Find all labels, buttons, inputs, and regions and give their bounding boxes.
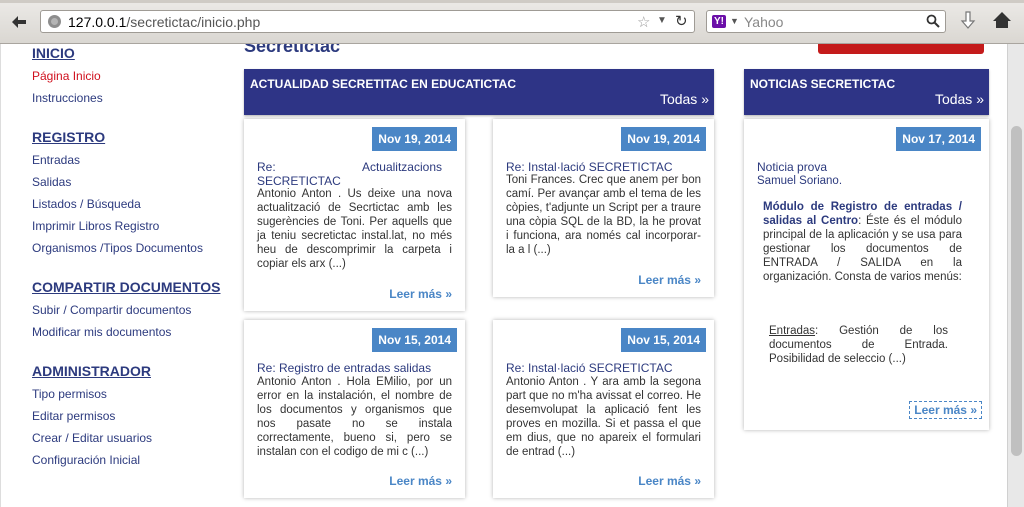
search-input[interactable]: Yahoo: [744, 14, 783, 30]
news-card: Nov 19, 2014 Re: Actualitzacions SECRETI…: [244, 119, 465, 311]
red-button[interactable]: [818, 44, 984, 54]
date-badge: Nov 19, 2014: [621, 127, 706, 151]
card-body: Módulo de Registro de entradas / salidas…: [763, 200, 962, 284]
card-body-list: Entradas: Gestión de los documentos de E…: [769, 324, 948, 366]
home-icon[interactable]: [992, 10, 1012, 35]
card-body: Antonio Anton . Hola EMilio, por un erro…: [257, 376, 452, 458]
read-more-link[interactable]: Leer más »: [389, 474, 452, 488]
url-text[interactable]: 127.0.0.1/secretictac/inicio.php: [68, 14, 260, 30]
sidebar-item-instrucciones[interactable]: Instrucciones: [32, 91, 103, 105]
card-title[interactable]: Re: Registro de entradas salidas: [257, 361, 452, 375]
sidebar-item-usuarios[interactable]: Crear / Editar usuarios: [32, 431, 152, 445]
url-path: /secretictac/inicio.php: [126, 14, 261, 30]
read-more-link[interactable]: Leer más »: [638, 273, 701, 287]
globe-icon: [48, 15, 61, 28]
sidebar-heading-admin[interactable]: ADMINISTRADOR: [32, 363, 151, 379]
star-icon[interactable]: ☆: [637, 13, 650, 31]
reload-icon[interactable]: ↻: [675, 12, 688, 30]
search-bar[interactable]: Y! ▼ Yahoo: [706, 10, 946, 33]
card-body: Antonio Anton . Y ara amb la segona part…: [506, 376, 701, 458]
sidebar-item-salidas[interactable]: Salidas: [32, 175, 71, 189]
card-title[interactable]: Noticia prova: [757, 160, 962, 174]
sidebar-item-subir[interactable]: Subir / Compartir documentos: [32, 303, 191, 317]
sidebar-heading-inicio[interactable]: INICIO: [32, 45, 75, 61]
sidebar-item-tipo-permisos[interactable]: Tipo permisos: [32, 387, 107, 401]
date-badge: Nov 15, 2014: [621, 328, 706, 352]
chevron-down-icon[interactable]: ▼: [730, 16, 739, 26]
actualidad-title: ACTUALIDAD SECRETITAC EN EDUCATICTAC: [250, 77, 516, 91]
search-icon[interactable]: [926, 14, 940, 31]
url-bar[interactable]: 127.0.0.1/secretictac/inicio.php ☆ ▼ ↻: [40, 10, 695, 33]
read-more-link[interactable]: Leer más »: [909, 401, 982, 419]
sidebar-item-modificar[interactable]: Modificar mis documentos: [32, 325, 171, 339]
read-more-link[interactable]: Leer más »: [389, 287, 452, 301]
card-title[interactable]: Re: Instal·lació SECRETICTAC: [506, 160, 701, 174]
entradas-link[interactable]: Entradas: [769, 325, 815, 337]
card-body: Toni Frances. Crec que anem per bon camí…: [506, 174, 701, 256]
card-body: Antonio Anton . Us deixe una nova actual…: [257, 188, 452, 270]
divider: [0, 44, 1, 507]
news-card: Nov 15, 2014 Re: Registro de entradas sa…: [244, 320, 465, 498]
scrollbar[interactable]: [1007, 44, 1024, 507]
date-badge: Nov 15, 2014: [372, 328, 457, 352]
actualidad-all-link[interactable]: Todas »: [660, 91, 709, 107]
card-title[interactable]: Re: Instal·lació SECRETICTAC: [506, 361, 701, 375]
actualidad-header: ACTUALIDAD SECRETITAC EN EDUCATICTAC Tod…: [244, 69, 714, 115]
sidebar-item-listados[interactable]: Listados / Búsqueda: [32, 197, 141, 211]
noticias-all-link[interactable]: Todas »: [935, 91, 984, 107]
sidebar-heading-compartir[interactable]: COMPARTIR DOCUMENTOS: [32, 279, 220, 295]
sidebar-item-pagina-inicio[interactable]: Página Inicio: [32, 69, 101, 83]
sidebar-item-configuracion[interactable]: Configuración Inicial: [32, 453, 140, 467]
card-author: Samuel Soriano.: [757, 175, 843, 187]
browser-toolbar: 127.0.0.1/secretictac/inicio.php ☆ ▼ ↻ Y…: [0, 0, 1024, 44]
date-badge: Nov 17, 2014: [896, 127, 981, 151]
noticia-card: Nov 17, 2014 Noticia prova Samuel Sorian…: [744, 119, 989, 430]
noticias-header: NOTICIAS SECRETICTAC Todas »: [744, 69, 989, 115]
date-badge: Nov 19, 2014: [372, 127, 457, 151]
news-card: Nov 15, 2014 Re: Instal·lació SECRETICTA…: [493, 320, 714, 498]
read-more-link[interactable]: Leer más »: [638, 474, 701, 488]
sidebar-heading-registro[interactable]: REGISTRO: [32, 129, 105, 145]
sidebar-item-entradas[interactable]: Entradas: [32, 153, 80, 167]
download-icon[interactable]: [958, 11, 978, 36]
back-arrow-icon[interactable]: [6, 11, 32, 33]
sidebar-item-editar-permisos[interactable]: Editar permisos: [32, 409, 115, 423]
tab-strip: [0, 0, 1024, 3]
scrollbar-thumb[interactable]: [1011, 126, 1022, 456]
chevron-down-icon[interactable]: ▼: [657, 15, 667, 26]
card-title[interactable]: Re: Actualitzacions SECRETICTAC: [257, 160, 442, 188]
yahoo-icon[interactable]: Y!: [712, 15, 726, 28]
page-content: INICIO Página Inicio Instrucciones REGIS…: [0, 44, 1006, 507]
news-card: Nov 19, 2014 Re: Instal·lació SECRETICTA…: [493, 119, 714, 297]
page-title: Secretictac: [244, 44, 341, 56]
url-host: 127.0.0.1: [68, 14, 127, 30]
noticias-title: NOTICIAS SECRETICTAC: [750, 77, 896, 91]
sidebar-item-organismos[interactable]: Organismos /Tipos Documentos: [32, 241, 203, 255]
sidebar-item-imprimir[interactable]: Imprimir Libros Registro: [32, 219, 159, 233]
